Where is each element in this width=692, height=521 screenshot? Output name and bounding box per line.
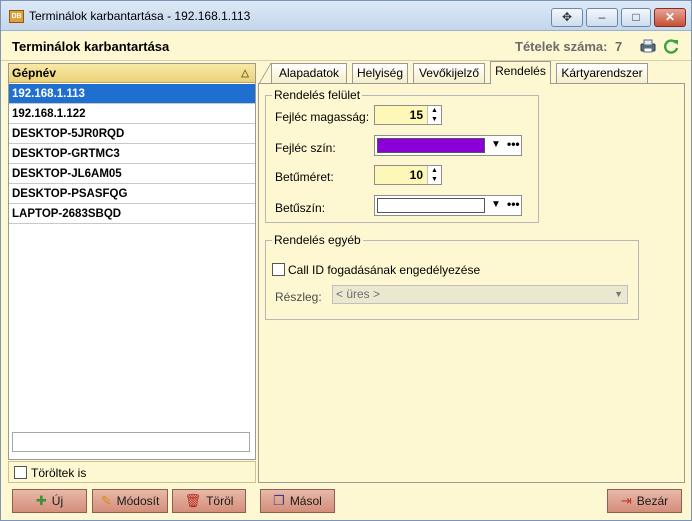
more-options-icon[interactable]: •••: [507, 197, 520, 211]
call-id-label: Call ID fogadásának engedélyezése: [288, 263, 481, 277]
chevron-down-icon[interactable]: ▼: [491, 139, 501, 150]
new-button-label: Új: [51, 494, 64, 508]
tab-customer-display[interactable]: Vevőkijelző: [413, 63, 485, 83]
show-deleted-row: Töröltek is: [8, 461, 256, 483]
new-button[interactable]: ✚ Új: [12, 489, 87, 513]
main-window: DB Terminálok karbantartása - 192.168.1.…: [0, 0, 692, 521]
font-color-picker[interactable]: ▼ •••: [374, 195, 522, 216]
font-size-stepper[interactable]: 10 ▲ ▼: [374, 165, 442, 185]
header-color-label: Fejléc szín:: [275, 141, 336, 155]
show-deleted-label: Töröltek is: [31, 466, 87, 480]
header-height-label: Fejléc magasság:: [275, 110, 370, 124]
table-row[interactable]: 192.168.1.122: [9, 104, 255, 124]
title-bar: DB Terminálok karbantartása - 192.168.1.…: [1, 1, 691, 31]
tab-location[interactable]: Helyiség: [352, 63, 408, 83]
table-row[interactable]: LAPTOP-2683SBQD: [9, 204, 255, 224]
item-count-value: 7: [615, 39, 623, 54]
copy-button-label: Másol: [289, 494, 322, 508]
font-color-label: Betűszín:: [275, 201, 326, 215]
table-row[interactable]: DESKTOP-GRTMC3: [9, 144, 255, 164]
minimize-button[interactable]: –: [586, 8, 618, 27]
table-row[interactable]: DESKTOP-5JR0RQD: [9, 124, 255, 144]
department-value: < üres >: [336, 287, 381, 301]
chevron-down-icon: ▼: [614, 289, 623, 299]
maximize-button[interactable]: □: [621, 8, 651, 27]
window-title: Terminálok karbantartása - 192.168.1.113: [29, 9, 251, 23]
tab-ordering[interactable]: Rendelés: [490, 61, 551, 84]
tab-basic-data[interactable]: Alapadatok: [271, 63, 347, 83]
order-surface-title: Rendelés felület: [272, 88, 363, 102]
header-color-swatch: [377, 138, 485, 153]
page-title: Terminálok karbantartása: [12, 39, 170, 54]
sort-ascending-icon: △: [241, 68, 249, 79]
close-button[interactable]: ⇥ Bezár: [607, 489, 682, 513]
delete-button[interactable]: 🗑 Töröl: [172, 489, 246, 513]
font-size-value: 10: [409, 168, 423, 182]
item-count-label: Tételek száma:: [515, 39, 608, 54]
trash-icon: 🗑: [184, 493, 202, 508]
modify-button[interactable]: ✎ Módosít: [92, 489, 168, 513]
order-other-group: Rendelés egyéb: [265, 233, 639, 320]
stepper-arrows-icon[interactable]: ▲ ▼: [427, 166, 441, 184]
table-row[interactable]: DESKTOP-JL6AM05: [9, 164, 255, 184]
copy-button[interactable]: ❐ Másol: [260, 489, 335, 513]
table-row[interactable]: 192.168.1.113: [9, 84, 255, 104]
chevron-down-icon[interactable]: ▼: [491, 199, 501, 210]
more-options-icon[interactable]: •••: [507, 137, 520, 151]
app-icon: DB: [9, 10, 24, 23]
font-size-label: Betűméret:: [275, 170, 334, 184]
refresh-icon[interactable]: [662, 37, 680, 55]
column-header-label: Gépnév: [12, 66, 57, 80]
exit-icon: ⇥: [620, 493, 632, 508]
close-window-button[interactable]: ✕: [654, 8, 686, 27]
filter-input[interactable]: [12, 432, 250, 452]
page-header: Terminálok karbantartása Tételek száma: …: [1, 31, 691, 61]
header-height-stepper[interactable]: 15 ▲ ▼: [374, 105, 442, 125]
column-header-hostname[interactable]: Gépnév △: [9, 64, 255, 83]
close-button-label: Bezár: [636, 494, 669, 508]
header-color-picker[interactable]: ▼ •••: [374, 135, 522, 156]
terminal-list: Gépnév △ 192.168.1.113 192.168.1.122 DES…: [8, 63, 256, 460]
table-row[interactable]: DESKTOP-PSASFQG: [9, 184, 255, 204]
tab-card-system[interactable]: Kártyarendszer: [556, 63, 648, 83]
show-deleted-checkbox[interactable]: [14, 466, 27, 479]
order-other-title: Rendelés egyéb: [272, 233, 363, 247]
stepper-arrows-icon[interactable]: ▲ ▼: [427, 106, 441, 124]
department-select[interactable]: < üres > ▼: [332, 285, 628, 304]
copy-icon: ❐: [273, 493, 285, 508]
header-height-value: 15: [409, 108, 423, 122]
call-id-checkbox[interactable]: [272, 263, 285, 276]
delete-button-label: Töröl: [206, 494, 234, 508]
plus-icon: ✚: [35, 493, 47, 508]
font-color-swatch: [377, 198, 485, 213]
pencil-icon: ✎: [100, 493, 112, 508]
move-window-button[interactable]: ✥: [551, 8, 583, 27]
department-label: Részleg:: [275, 290, 322, 304]
print-icon[interactable]: [639, 37, 657, 55]
modify-button-label: Módosít: [116, 494, 160, 508]
